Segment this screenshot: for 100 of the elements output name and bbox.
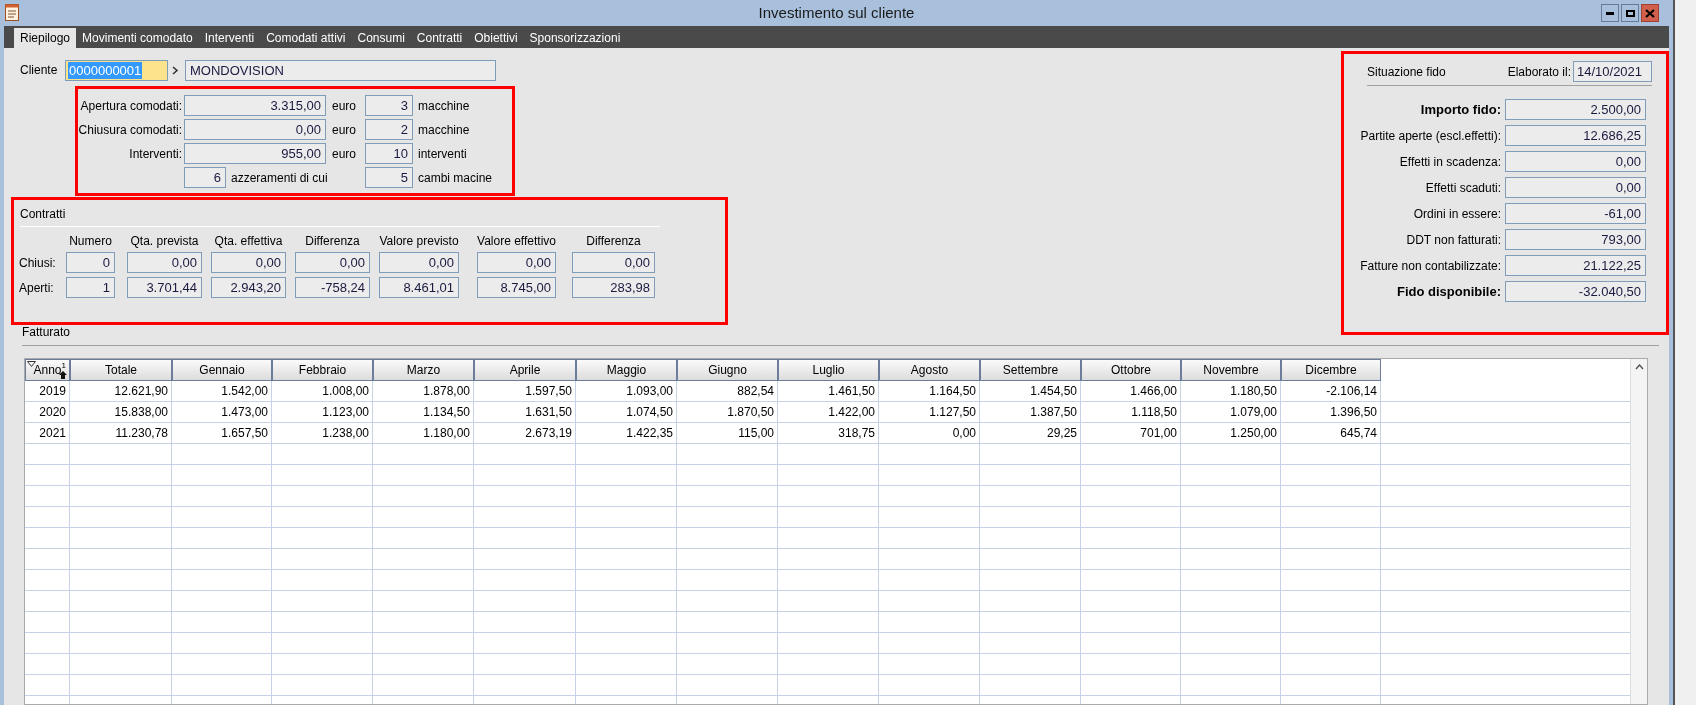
column-header: Qta. effettiva xyxy=(213,233,284,248)
count-field[interactable]: 2 xyxy=(365,119,413,140)
field-label: Effetti in scadenza: xyxy=(1398,153,1502,171)
table-cell: 1.422,00 xyxy=(778,402,879,422)
column-header[interactable]: Gennaio xyxy=(172,359,272,381)
value-field[interactable]: 0,00 xyxy=(295,252,370,273)
section-title: Contratti xyxy=(20,206,67,223)
column-label: Anno xyxy=(33,363,62,377)
value-field[interactable]: -61,00 xyxy=(1505,203,1646,224)
value-field[interactable]: 0,00 xyxy=(572,252,655,273)
value-field[interactable]: 0,00 xyxy=(127,252,202,273)
table-cell: 1.074,50 xyxy=(576,402,677,422)
table-cell: 15.838,00 xyxy=(70,402,172,422)
column-header[interactable]: Totale xyxy=(70,359,172,381)
column-header[interactable]: Settembre xyxy=(980,359,1081,381)
table-cell: 1.461,50 xyxy=(778,381,879,401)
value-field[interactable]: 0,00 xyxy=(1505,151,1646,172)
value-field[interactable]: 0,00 xyxy=(477,252,556,273)
column-header[interactable]: Aprile xyxy=(474,359,576,381)
close-button[interactable] xyxy=(1641,4,1659,22)
value-field[interactable]: 2.943,20 xyxy=(211,277,286,298)
table-cell: 1.180,50 xyxy=(1181,381,1281,401)
table-cell: 1.631,50 xyxy=(474,402,576,422)
tab[interactable]: Obiettivi xyxy=(468,28,524,48)
table-cell: 882,54 xyxy=(677,381,778,401)
date-field[interactable]: 14/10/2021 xyxy=(1573,61,1652,82)
column-header[interactable]: Marzo xyxy=(373,359,474,381)
table-cell: 1.597,50 xyxy=(474,381,576,401)
chevron-right-icon[interactable] xyxy=(171,65,179,75)
field-label: Fatture non contabilizzate: xyxy=(1359,257,1502,275)
count-field[interactable]: 10 xyxy=(365,143,413,164)
table-cell: 1.466,00 xyxy=(1081,381,1181,401)
amount-field[interactable]: 955,00 xyxy=(184,143,326,164)
column-header: Differenza xyxy=(585,233,642,248)
field-label: Importo fido: xyxy=(1419,100,1502,119)
value-field[interactable]: 2.500,00 xyxy=(1505,99,1646,120)
maximize-button[interactable] xyxy=(1621,4,1639,22)
minimize-button[interactable] xyxy=(1601,4,1619,22)
table-cell: 1.250,00 xyxy=(1181,423,1281,443)
field-label: Fido disponibile: xyxy=(1396,282,1502,301)
value-field[interactable]: 3.701,44 xyxy=(127,277,202,298)
close-icon xyxy=(1645,8,1655,18)
column-header[interactable]: Agosto xyxy=(879,359,980,381)
client-name-field[interactable]: MONDOVISION xyxy=(185,59,496,81)
count-field[interactable]: 5 xyxy=(365,167,413,188)
value-field[interactable]: 21.122,25 xyxy=(1505,255,1646,276)
table-cell: 115,00 xyxy=(677,423,778,443)
minimize-icon xyxy=(1606,11,1614,15)
tab[interactable]: Interventi xyxy=(198,28,261,48)
value-field[interactable]: -758,24 xyxy=(295,277,370,298)
column-header[interactable]: Giugno xyxy=(677,359,778,381)
value-field[interactable]: 8.461,01 xyxy=(379,277,459,298)
tab[interactable]: Comodati attivi xyxy=(260,28,352,48)
tab[interactable]: Contratti xyxy=(410,28,469,48)
field-label: Effetti scaduti: xyxy=(1424,179,1502,197)
tab[interactable]: Consumi xyxy=(351,28,411,48)
client-label: Cliente xyxy=(20,62,59,79)
count-label: macchine xyxy=(417,97,470,115)
count-label: macchine xyxy=(417,121,470,139)
tab[interactable]: Riepilogo xyxy=(14,28,77,48)
column-header[interactable]: Luglio xyxy=(778,359,879,381)
value-field[interactable]: 283,98 xyxy=(572,277,655,298)
table-cell: 1.093,00 xyxy=(576,381,677,401)
table-cell: 1.422,35 xyxy=(576,423,677,443)
value-field[interactable]: 0,00 xyxy=(211,252,286,273)
column-header[interactable]: Maggio xyxy=(576,359,677,381)
column-header[interactable]: Dicembre xyxy=(1281,359,1381,381)
value-field[interactable]: -32.040,50 xyxy=(1505,281,1646,302)
value-field[interactable]: 1 xyxy=(66,277,115,298)
tab[interactable]: Movimenti comodato xyxy=(76,28,199,48)
count-field[interactable]: 6 xyxy=(184,167,226,188)
value-field[interactable]: 793,00 xyxy=(1505,229,1646,250)
value-field[interactable]: 0,00 xyxy=(1505,177,1646,198)
column-header: Qta. prevista xyxy=(129,233,200,248)
scrollbar[interactable] xyxy=(1630,359,1647,704)
value-field[interactable]: 0 xyxy=(66,252,115,273)
count-label: interventi xyxy=(417,145,467,163)
amount-field[interactable]: 0,00 xyxy=(184,119,326,140)
table-cell: 1.454,50 xyxy=(980,381,1081,401)
count-field[interactable]: 3 xyxy=(365,95,413,116)
amount-field[interactable]: 3.315,00 xyxy=(184,95,326,116)
table-cell: 1.387,50 xyxy=(980,402,1081,422)
table-cell: 1.870,50 xyxy=(677,402,778,422)
tab[interactable]: Sponsorizzazioni xyxy=(523,28,627,48)
table-cell: 1.238,00 xyxy=(272,423,373,443)
unit-label: euro xyxy=(331,97,358,115)
value-field[interactable]: 0,00 xyxy=(379,252,459,273)
chevron-up-icon[interactable] xyxy=(1634,364,1644,370)
value-field[interactable]: 8.745,00 xyxy=(477,277,556,298)
column-header[interactable]: Febbraio xyxy=(272,359,373,381)
field-label: Interventi: xyxy=(128,145,183,163)
table-cell: 1.657,50 xyxy=(172,423,272,443)
value-field[interactable]: 12.686,25 xyxy=(1505,125,1646,146)
table-cell: 701,00 xyxy=(1081,423,1181,443)
column-header[interactable]: Novembre xyxy=(1181,359,1281,381)
date-label: Elaborato il: xyxy=(1507,63,1571,81)
table-cell: 2019 xyxy=(25,381,70,401)
table-cell: 1.079,00 xyxy=(1181,402,1281,422)
table-cell: 1.542,00 xyxy=(172,381,272,401)
column-header[interactable]: Ottobre xyxy=(1081,359,1181,381)
